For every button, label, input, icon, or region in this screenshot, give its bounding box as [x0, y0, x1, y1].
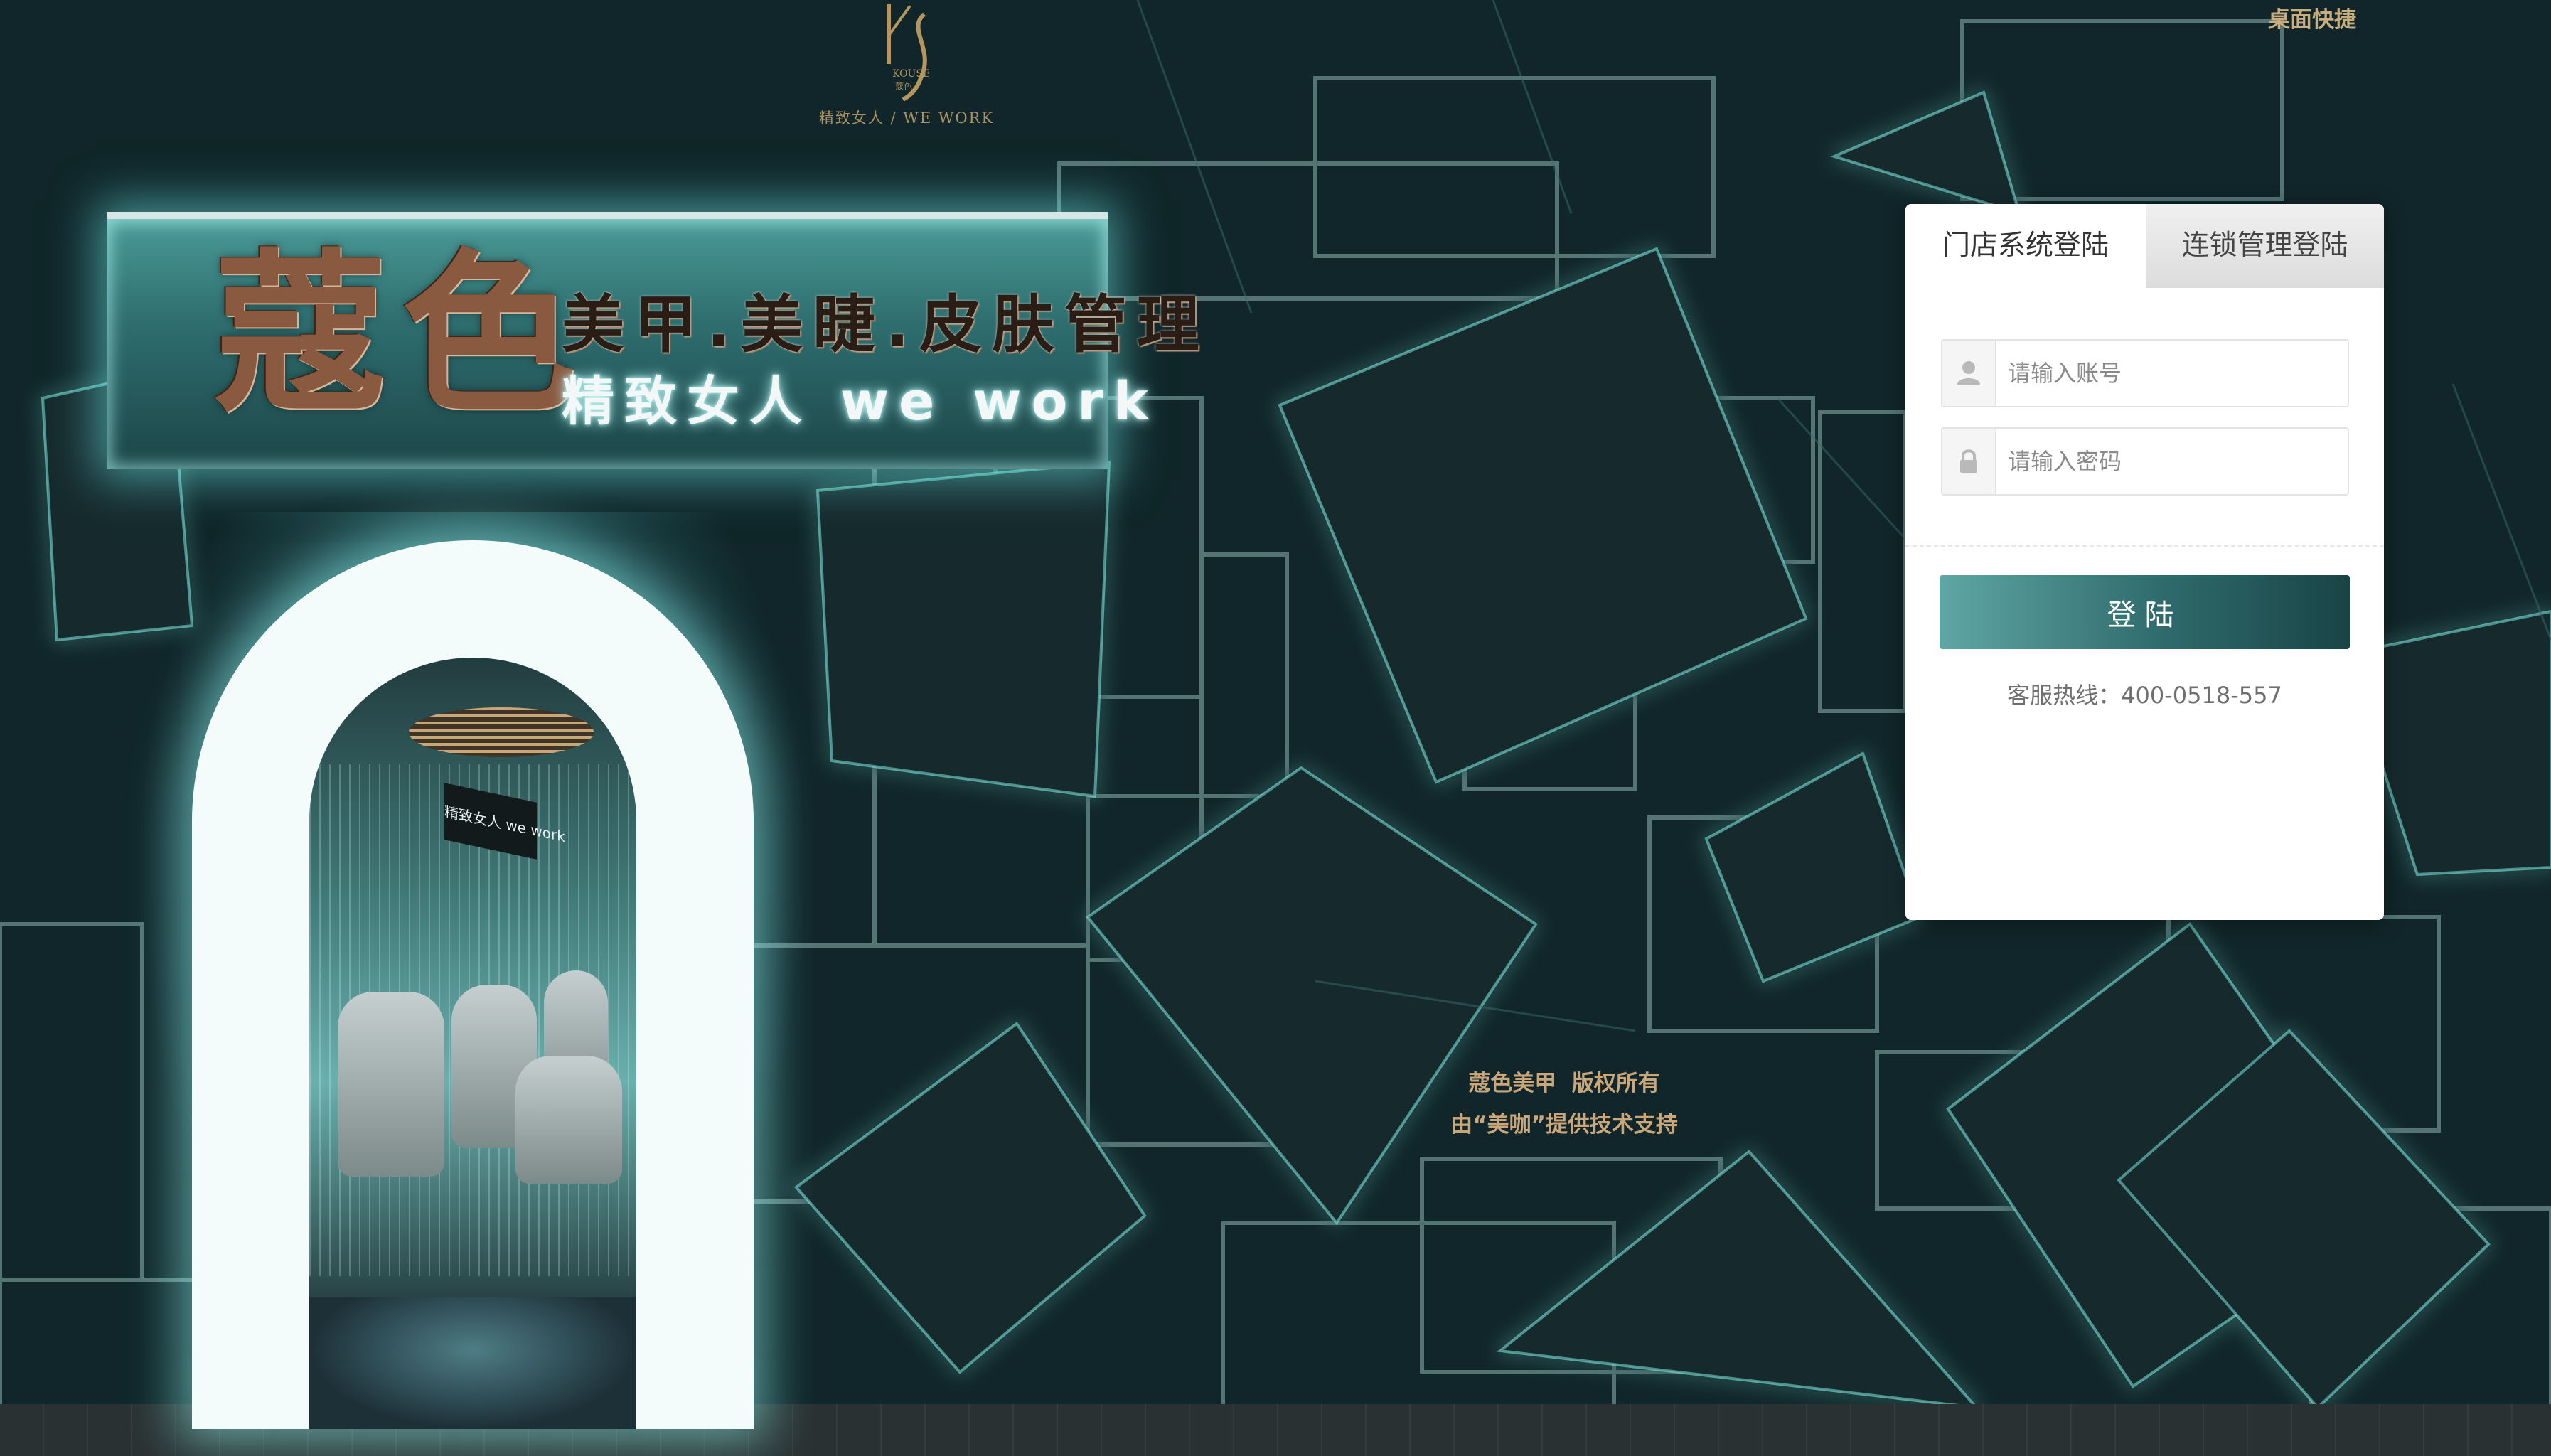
- login-card: 门店系统登陆 连锁管理登陆 登陆 客服热线：400-0518-557: [1905, 204, 2384, 920]
- login-tabs: 门店系统登陆 连锁管理登陆: [1905, 204, 2384, 288]
- salon-interior: 精致女人 we work: [309, 658, 636, 1429]
- tab-store-login[interactable]: 门店系统登陆: [1905, 204, 2146, 288]
- logo-brand-en: KOUSE: [892, 68, 930, 80]
- logo-tagline: 精致女人 / WE WORK: [818, 109, 995, 127]
- salon-chair: [515, 1056, 622, 1184]
- copyright-text: 蔻色美甲 版权所有: [1468, 1071, 1660, 1096]
- brand-logo: KOUSE 蔻色 精致女人 / WE WORK: [803, 0, 1010, 135]
- user-icon: [1942, 341, 1996, 406]
- interior-floor: [309, 1297, 636, 1429]
- ks-logo-mark: KOUSE 蔻色: [887, 4, 930, 102]
- lock-icon: [1942, 429, 1996, 494]
- customer-hotline: 客服热线：400-0518-557: [2007, 682, 2282, 709]
- login-button[interactable]: 登陆: [1940, 575, 2350, 649]
- storefront-sign: 蔻色 美甲.美睫.皮肤管理 精致女人 we work: [107, 212, 1199, 469]
- sign-brand-name: 蔻色: [213, 232, 590, 437]
- tab-chain-login[interactable]: 连锁管理登陆: [2146, 204, 2384, 288]
- chandelier: [409, 707, 594, 757]
- desktop-shortcut-link[interactable]: 桌面快捷: [2268, 1, 2356, 33]
- sign-slogan: 精致女人 we work: [562, 371, 1158, 432]
- tech-support-text: 由“美咖”提供技术支持: [1450, 1112, 1678, 1138]
- account-field: [1941, 339, 2356, 407]
- sign-services: 美甲.美睫.皮肤管理: [562, 288, 1209, 361]
- page-footer: 蔻色美甲 版权所有 由“美咖”提供技术支持: [1351, 1063, 1777, 1145]
- form-divider: [1905, 545, 2384, 547]
- logo-brand-cn: 蔻色: [895, 82, 912, 92]
- password-field: [1941, 427, 2356, 496]
- salon-chair: [338, 992, 444, 1177]
- arch-entrance: 精致女人 we work: [192, 540, 754, 1429]
- account-input[interactable]: [1996, 341, 2356, 406]
- password-input[interactable]: [1996, 429, 2356, 494]
